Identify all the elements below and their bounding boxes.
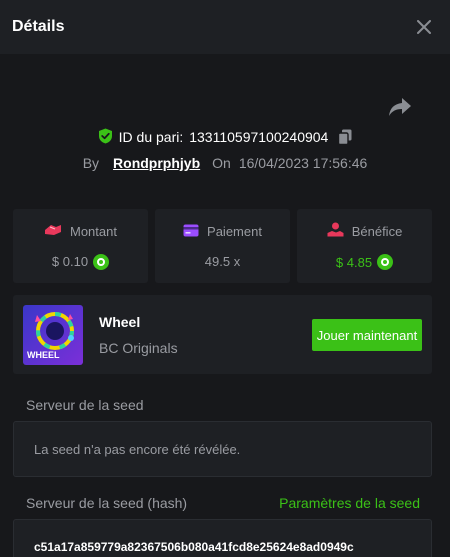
stat-profit: Bénéfice $ 4.85 xyxy=(297,209,432,283)
bet-id-value: 133110597100240904 xyxy=(189,129,329,145)
close-icon[interactable] xyxy=(414,17,434,37)
bet-id-label: ID du pari: xyxy=(118,129,184,145)
stat-profit-value: $ 4.85 xyxy=(335,254,373,270)
seed-server-field: La seed n'a pas encore été révélée. xyxy=(13,421,432,477)
profit-icon xyxy=(327,222,344,240)
play-now-button[interactable]: Jouer maintenant xyxy=(312,319,422,351)
bet-meta-row: By Rondprphjyb On 16/04/2023 17:56:46 xyxy=(0,153,450,173)
game-name: Wheel xyxy=(99,314,141,330)
game-thumbnail[interactable]: WHEEL xyxy=(23,305,83,365)
stat-payout: Paiement 49.5 x xyxy=(155,209,290,283)
seed-hash-value: c51a17a859779a82367506b080a41fcd8e25624e… xyxy=(34,540,354,554)
wager-icon xyxy=(44,223,62,240)
seed-server-value: La seed n'a pas encore été révélée. xyxy=(34,441,241,457)
on-label: On xyxy=(212,155,231,171)
username-link[interactable]: Rondprphjyb xyxy=(113,155,200,171)
bet-id-row: ID du pari: 133110597100240904 xyxy=(0,127,450,147)
share-icon[interactable] xyxy=(388,96,412,118)
seed-hash-field[interactable]: c51a17a859779a82367506b080a41fcd8e25624e… xyxy=(13,519,432,557)
game-thumb-label: WHEEL xyxy=(27,350,60,360)
game-provider: BC Originals xyxy=(99,340,178,356)
stat-payout-value: 49.5 x xyxy=(204,253,241,269)
bet-datetime: 16/04/2023 17:56:46 xyxy=(238,155,368,171)
stat-profit-label: Bénéfice xyxy=(351,223,403,239)
copy-icon[interactable] xyxy=(338,129,352,145)
bcd-coin-icon xyxy=(93,253,110,270)
seed-settings-link[interactable]: Paramètres de la seed xyxy=(279,495,420,511)
card-icon xyxy=(183,224,199,240)
stat-amount-label: Montant xyxy=(70,223,117,239)
dialog-title: Détails xyxy=(12,18,65,35)
dialog-header: Détails xyxy=(0,0,450,54)
shield-check-icon xyxy=(98,128,113,147)
stat-amount: Montant $ 0.10 xyxy=(13,209,148,283)
bet-stats: Montant $ 0.10 Paiement 49.5 x Bénéfice … xyxy=(13,209,432,283)
by-label: By xyxy=(82,155,100,171)
stat-amount-value: $ 0.10 xyxy=(51,254,89,269)
game-card: WHEEL Wheel BC Originals Jouer maintenan… xyxy=(13,295,432,374)
bcd-coin-icon xyxy=(377,254,394,270)
stat-payout-label: Paiement xyxy=(207,224,262,239)
seed-hash-label: Serveur de la seed (hash) xyxy=(26,495,188,511)
seed-server-label: Serveur de la seed xyxy=(26,397,144,413)
